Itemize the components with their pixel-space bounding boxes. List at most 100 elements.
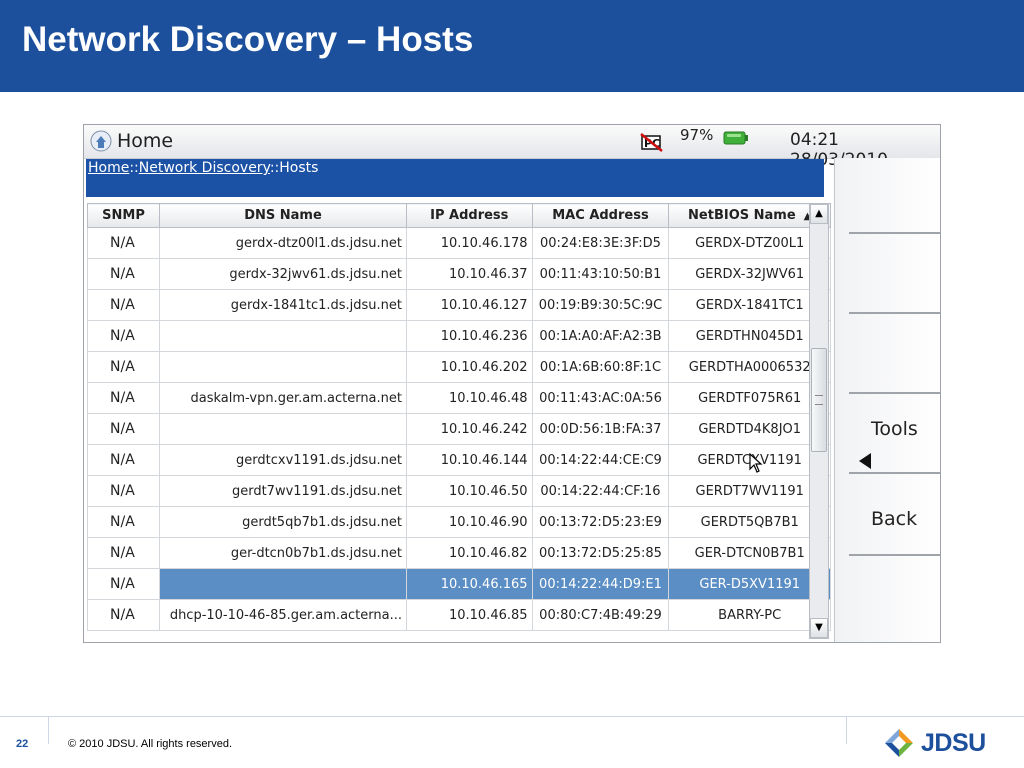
cell-ip-address: 10.10.46.236 xyxy=(406,320,533,352)
table-row[interactable]: N/A gerdt7wv1191.ds.jdsu.net 10.10.46.50 00… xyxy=(87,475,831,507)
cell-ip-address: 10.10.46.90 xyxy=(406,506,533,538)
column-header-netbios-name[interactable]: NetBIOS Name ▲ xyxy=(668,203,831,228)
cell-ip-address: 10.10.46.82 xyxy=(406,537,533,569)
scroll-down-icon[interactable]: ▼ xyxy=(810,618,828,638)
device-screen: Home PC 97% 04:21 28/03/2010 Home::Netwo… xyxy=(83,124,941,643)
cell-netbios-name: GERDTHN045D1 xyxy=(668,320,831,352)
jdsu-logo-icon xyxy=(885,729,913,757)
battery-icon xyxy=(723,131,748,145)
breadcrumb: Home::Network Discovery::Hosts xyxy=(86,159,824,197)
cell-netbios-name: GERDTHA0006532 xyxy=(668,351,831,383)
softkey-blank-3[interactable] xyxy=(849,318,940,394)
softkey-tools-label: Tools xyxy=(871,418,918,440)
table-header-row: SNMP DNS Name IP Address MAC Address Net… xyxy=(87,203,831,228)
cell-dns-name xyxy=(159,413,407,445)
breadcrumb-network-discovery[interactable]: Network Discovery xyxy=(139,160,270,176)
mouse-pointer-icon xyxy=(749,453,763,473)
cell-ip-address: 10.10.46.242 xyxy=(406,413,533,445)
table-row[interactable]: N/A gerdt5qb7b1.ds.jdsu.net 10.10.46.90 00:… xyxy=(87,506,831,538)
cell-snmp: N/A xyxy=(87,258,161,290)
cell-netbios-name: GERDT7WV1191 xyxy=(668,475,831,507)
cell-netbios-name: GERDX-1841TC1 xyxy=(668,289,831,321)
thumb-grip-icon xyxy=(815,395,823,405)
vertical-scrollbar[interactable]: ▲ ▼ xyxy=(809,203,829,639)
footer-divider xyxy=(846,716,847,744)
cell-mac-address: 00:13:72:D5:23:E9 xyxy=(531,506,670,538)
table-row[interactable]: N/A dhcp-10-10-46-85.ger.am.acterna... 10.… xyxy=(87,599,831,631)
home-icon[interactable] xyxy=(90,130,112,152)
cell-mac-address: 00:0D:56:1B:FA:37 xyxy=(531,413,670,445)
table-row[interactable]: N/A gerdx-32jwv61.ds.jdsu.net 10.10.46.37 0… xyxy=(87,258,831,290)
cell-mac-address: 00:19:B9:30:5C:9C xyxy=(531,289,670,321)
cell-dns-name: gerdtcxv1191.ds.jdsu.net xyxy=(159,444,407,476)
cell-ip-address: 10.10.46.165 xyxy=(406,568,533,600)
table-row[interactable]: N/A daskalm-vpn.ger.am.acterna.net 10.10.4… xyxy=(87,382,831,414)
cell-snmp: N/A xyxy=(87,444,161,476)
cell-snmp: N/A xyxy=(87,568,161,600)
arrow-left-icon xyxy=(859,453,871,469)
table-row[interactable]: N/A gerdx-1841tc1.ds.jdsu.net 10.10.46.127… xyxy=(87,289,831,321)
cell-mac-address: 00:80:C7:4B:49:29 xyxy=(531,599,670,631)
cell-dns-name: gerdt5qb7b1.ds.jdsu.net xyxy=(159,506,407,538)
breadcrumb-separator: :: xyxy=(129,160,139,176)
cell-ip-address: 10.10.46.48 xyxy=(406,382,533,414)
column-header-dns-name[interactable]: DNS Name xyxy=(159,203,407,228)
cell-mac-address: 00:14:22:44:D9:E1 xyxy=(531,568,670,600)
table-row[interactable]: N/A gerdx-dtz00l1.ds.jdsu.net 10.10.46.178… xyxy=(87,227,831,259)
column-header-mac-address[interactable]: MAC Address xyxy=(531,203,670,228)
breadcrumb-current: Hosts xyxy=(279,160,319,176)
clock-time: 04:21 xyxy=(790,130,839,150)
cell-snmp: N/A xyxy=(87,351,161,383)
table-row[interactable]: N/A gerdtcxv1191.ds.jdsu.net 10.10.46.144 0… xyxy=(87,444,831,476)
softkey-blank-1[interactable] xyxy=(849,158,940,234)
table-row[interactable]: N/A 10.10.46.242 00:0D:56:1B:FA:37 GERDTD4K… xyxy=(87,413,831,445)
column-header-ip-address[interactable]: IP Address xyxy=(406,203,533,228)
cell-netbios-name: GER-D5XV1191 xyxy=(668,568,831,600)
table-row[interactable]: N/A ger-dtcn0b7b1.ds.jdsu.net 10.10.46.82 0… xyxy=(87,537,831,569)
cell-mac-address: 00:14:22:44:CE:C9 xyxy=(531,444,670,476)
home-label[interactable]: Home xyxy=(117,130,173,152)
column-header-snmp[interactable]: SNMP xyxy=(87,203,161,228)
scrollbar-thumb[interactable] xyxy=(811,348,827,452)
cell-dns-name xyxy=(159,351,407,383)
cell-mac-address: 00:1A:6B:60:8F:1C xyxy=(531,351,670,383)
cell-dns-name xyxy=(159,320,407,352)
cell-snmp: N/A xyxy=(87,289,161,321)
cell-snmp: N/A xyxy=(87,413,161,445)
hosts-table-container: SNMP DNS Name IP Address MAC Address Net… xyxy=(87,203,831,641)
slide-header: Network Discovery – Hosts xyxy=(0,0,1024,92)
table-row[interactable]: N/A 10.10.46.165 00:14:22:44:D9:E1 GER-D5XV… xyxy=(87,568,831,600)
cell-netbios-name: GERDT5QB7B1 xyxy=(668,506,831,538)
table-row[interactable]: N/A 10.10.46.236 00:1A:A0:AF:A2:3B GERDTHN0… xyxy=(87,320,831,352)
cell-dns-name: gerdx-1841tc1.ds.jdsu.net xyxy=(159,289,407,321)
breadcrumb-home[interactable]: Home xyxy=(88,160,129,176)
softkey-back-label: Back xyxy=(871,508,918,530)
cell-netbios-name: GERDX-DTZ00L1 xyxy=(668,227,831,259)
cell-netbios-name: GER-DTCN0B7B1 xyxy=(668,537,831,569)
breadcrumb-separator: :: xyxy=(269,160,280,176)
cell-netbios-name: GERDTD4K8JO1 xyxy=(668,413,831,445)
cell-mac-address: 00:13:72:D5:25:85 xyxy=(531,537,670,569)
cell-ip-address: 10.10.46.178 xyxy=(406,227,533,259)
cell-snmp: N/A xyxy=(87,537,161,569)
jdsu-logo-text: JDSU xyxy=(921,729,986,757)
cell-dns-name: daskalm-vpn.ger.am.acterna.net xyxy=(159,382,407,414)
battery-percent: 97% xyxy=(680,126,714,144)
hosts-table-body: N/A gerdx-dtz00l1.ds.jdsu.net 10.10.46.178… xyxy=(87,227,831,631)
cell-snmp: N/A xyxy=(87,475,161,507)
cell-mac-address: 00:24:E8:3E:3F:D5 xyxy=(531,227,670,259)
softkey-back[interactable]: Back xyxy=(849,480,940,556)
device-topbar: Home PC 97% 04:21 28/03/2010 xyxy=(84,125,940,170)
softkey-blank-2[interactable] xyxy=(849,238,940,314)
cell-snmp: N/A xyxy=(87,320,161,352)
scroll-up-icon[interactable]: ▲ xyxy=(810,204,828,224)
table-row[interactable]: N/A 10.10.46.202 00:1A:6B:60:8F:1C GERDTHA0… xyxy=(87,351,831,383)
footer-divider xyxy=(48,716,49,744)
slide-title: Network Discovery – Hosts xyxy=(22,20,474,59)
cell-ip-address: 10.10.46.127 xyxy=(406,289,533,321)
cell-snmp: N/A xyxy=(87,382,161,414)
cell-ip-address: 10.10.46.144 xyxy=(406,444,533,476)
cell-ip-address: 10.10.46.37 xyxy=(406,258,533,290)
cell-mac-address: 00:14:22:44:CF:16 xyxy=(531,475,670,507)
cell-snmp: N/A xyxy=(87,227,161,259)
